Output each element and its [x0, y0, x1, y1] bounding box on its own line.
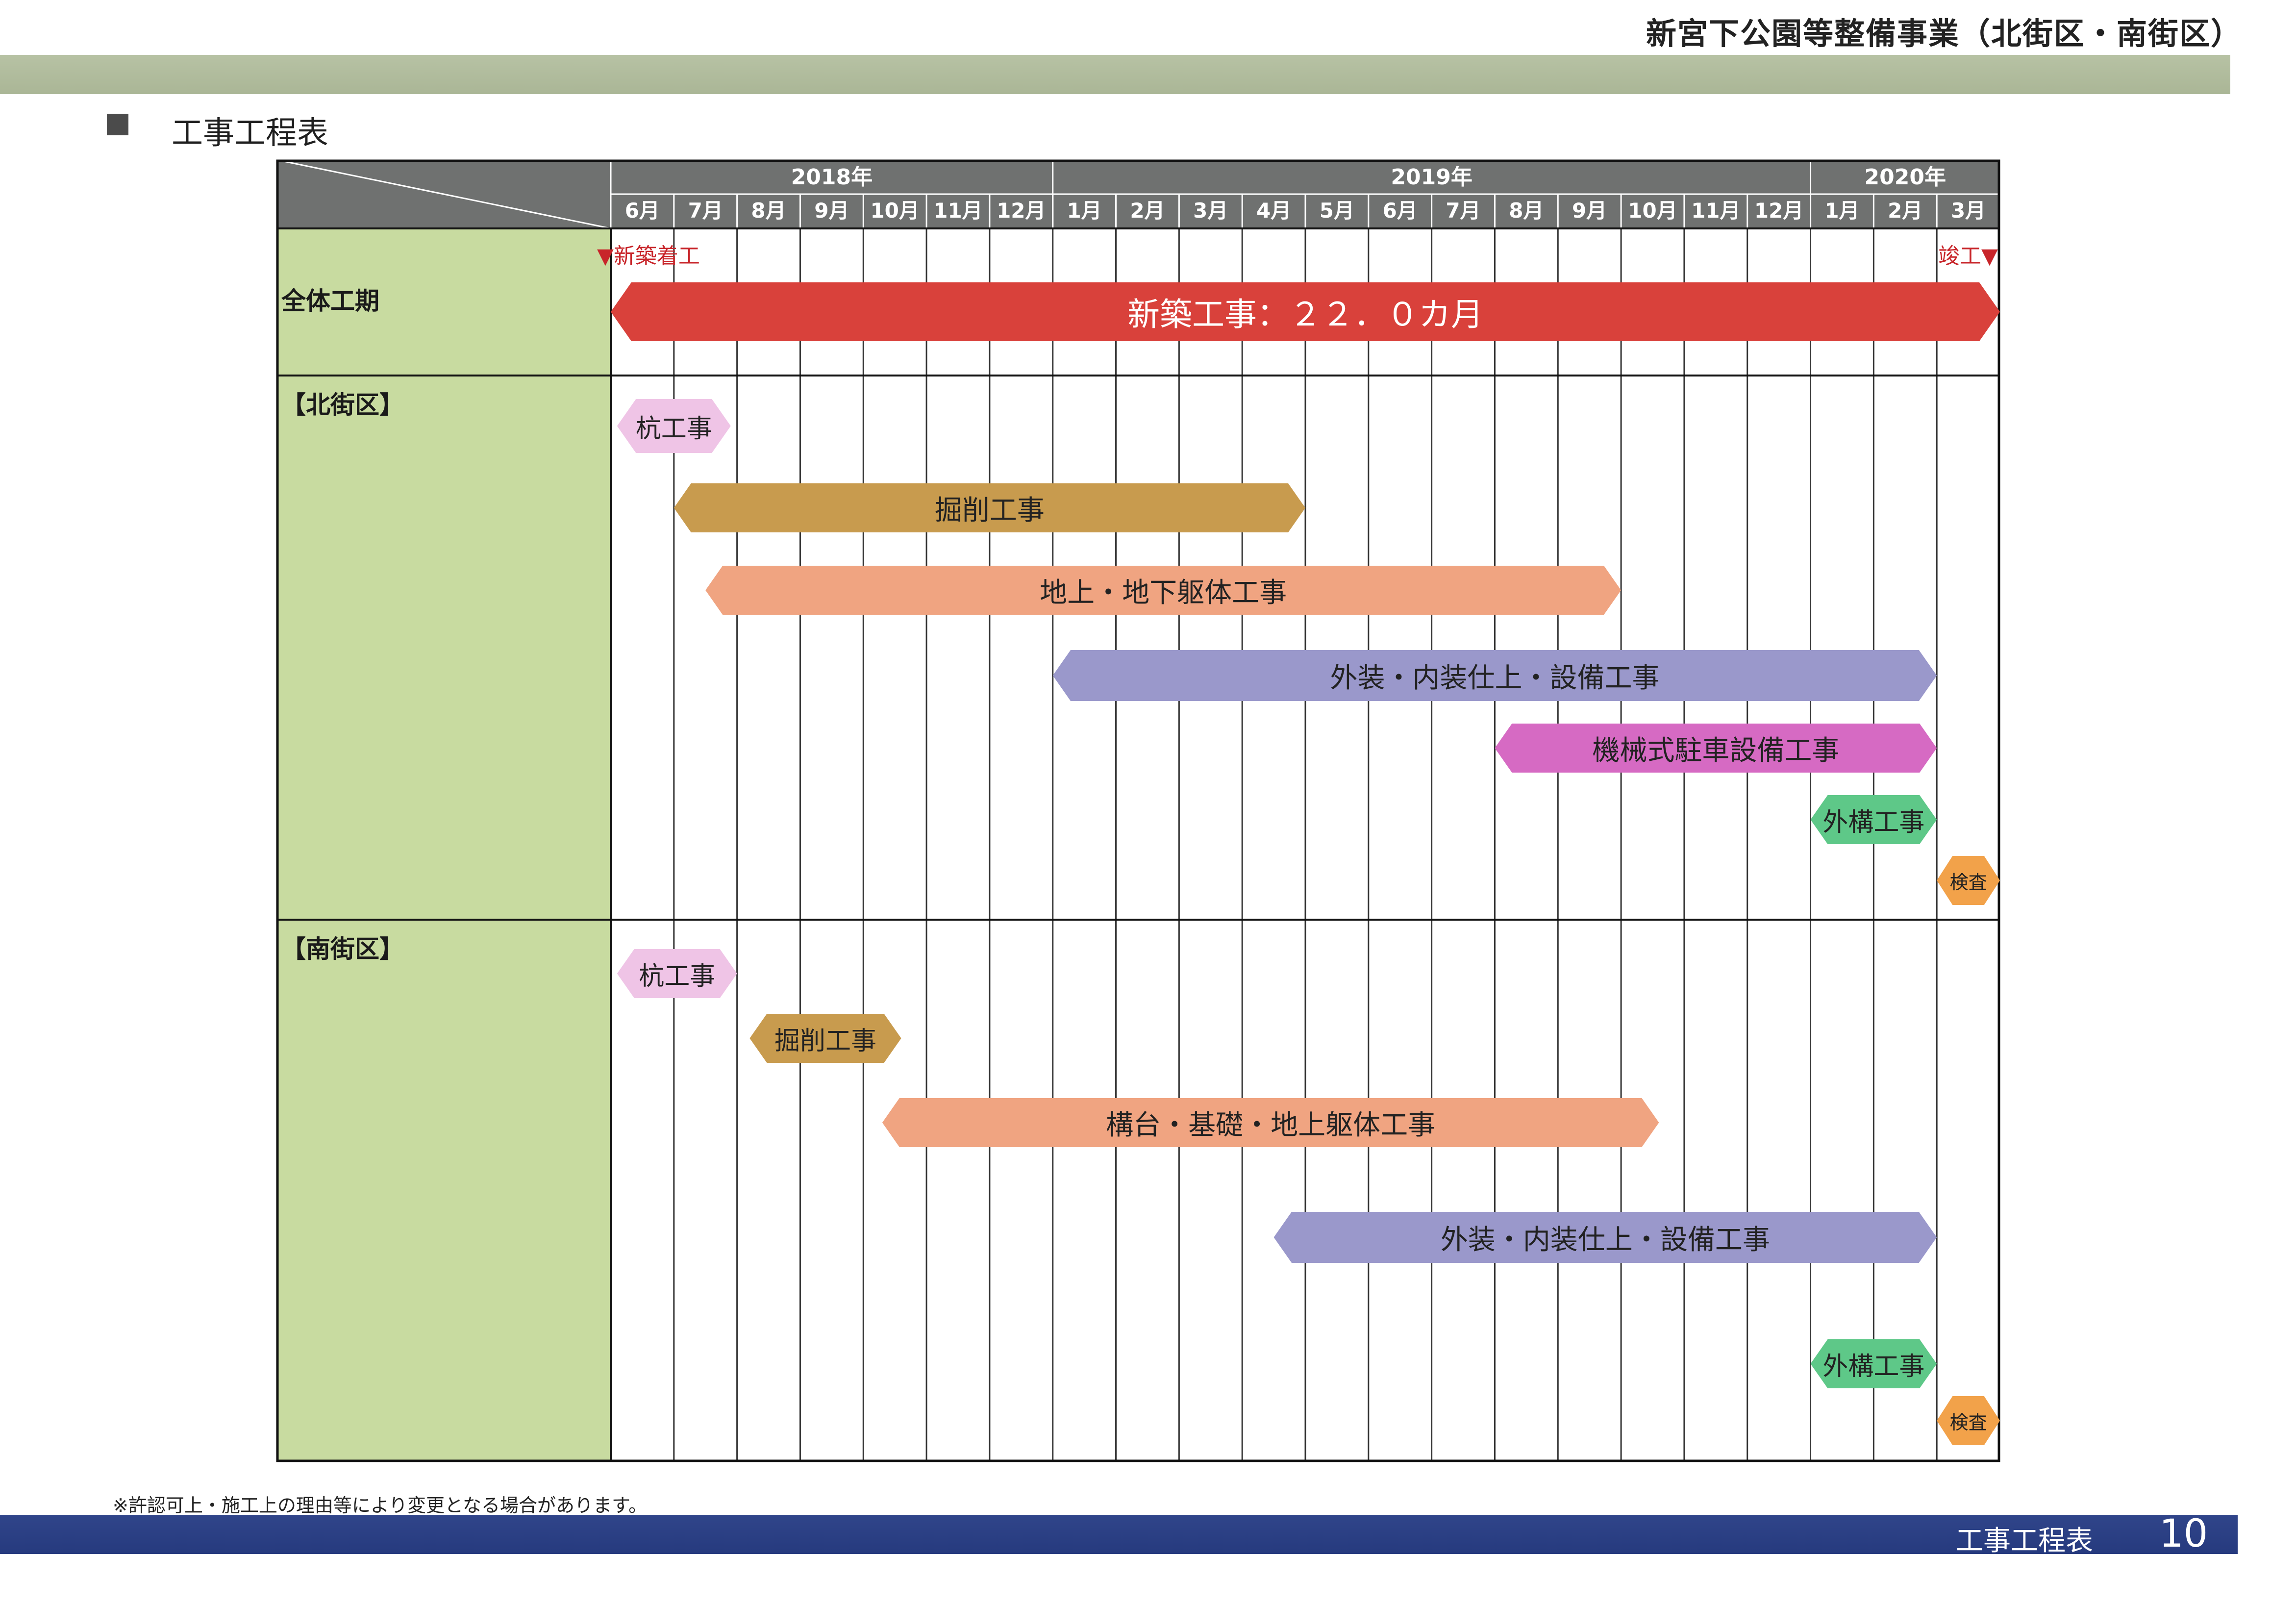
completion-marker: 竣工▼ — [1938, 244, 1998, 269]
schedule-grid — [276, 159, 2000, 1462]
south-block-label: 【南街区】 — [281, 935, 404, 963]
schedule-bar-north-frame: 地上・地下躯体工事 — [705, 566, 1621, 615]
schedule-bar-south-pile: 杭工事 — [617, 949, 737, 998]
schedule-bar-label: 構台・基礎・地上躯体工事 — [1106, 1109, 1436, 1141]
schedule-bar-south-frame: 構台・基礎・地上躯体工事 — [882, 1098, 1659, 1147]
month-header: 1月 — [1824, 199, 1860, 223]
overall-period-label: 全体工期 — [281, 287, 379, 315]
schedule-bar-label: 地上・地下躯体工事 — [1040, 576, 1287, 609]
month-header: 6月 — [1382, 199, 1418, 223]
schedule-bar-north-finish: 外装・内装仕上・設備工事 — [1053, 650, 1937, 701]
schedule-bar-north-parking: 機械式駐車設備工事 — [1495, 724, 1937, 773]
month-header: 1月 — [1067, 199, 1102, 223]
month-header: 2月 — [1130, 199, 1165, 223]
month-header: 9月 — [1572, 199, 1607, 223]
year-header: 2020年 — [1864, 165, 1946, 190]
schedule-bar-label: 検査 — [1949, 1411, 1987, 1433]
schedule-bar-label: 外装・内装仕上・設備工事 — [1440, 1224, 1770, 1256]
north-block-label: 【北街区】 — [281, 391, 404, 419]
schedule-bar-north-pile: 杭工事 — [617, 399, 731, 453]
month-header: 3月 — [1950, 199, 1986, 223]
footer-section-label: 工事工程表 — [1956, 1525, 2093, 1557]
footnote: ※許認可上・施工上の理由等により変更となる場合があります。 — [113, 1495, 648, 1516]
section-title: 工事工程表 — [172, 115, 328, 151]
section-bullet-icon — [107, 114, 128, 135]
month-header: 11月 — [933, 199, 983, 223]
construction-schedule-chart: 全体工期 【北街区】 【南街区】 ▼新築着工 竣工▼ 2018年 2019年 202… — [276, 159, 2000, 1462]
year-header: 2019年 — [1391, 165, 1472, 190]
schedule-bar-overall-new-construction: 新築工事：２２．０カ月 — [611, 282, 2000, 341]
month-header: 11月 — [1691, 199, 1741, 223]
schedule-bar-label: 掘削工事 — [774, 1026, 876, 1056]
month-header: 3月 — [1193, 199, 1228, 223]
year-header: 2018年 — [791, 165, 873, 190]
document-title: 新宮下公園等整備事業（北街区・南街区） — [1646, 16, 2242, 51]
month-header: 6月 — [624, 199, 660, 223]
page-number: 10 — [2159, 1512, 2208, 1556]
schedule-bar-label: 杭工事 — [639, 961, 716, 991]
month-header: 10月 — [1628, 199, 1677, 223]
schedule-bar-label: 新築工事：２２．０カ月 — [1127, 296, 1483, 333]
construction-start-marker: ▼新築着工 — [597, 244, 700, 269]
schedule-bar-south-finish: 外装・内装仕上・設備工事 — [1274, 1212, 1937, 1263]
month-header: 12月 — [997, 199, 1046, 223]
schedule-bar-label: 外装・内装仕上・設備工事 — [1330, 662, 1660, 694]
month-header: 7月 — [1446, 199, 1481, 223]
month-header: 10月 — [870, 199, 920, 223]
schedule-bar-north-exterior: 外構工事 — [1811, 795, 1937, 844]
month-header: 4月 — [1256, 199, 1292, 223]
footer-band — [0, 1515, 2238, 1554]
header-band — [0, 55, 2230, 94]
schedule-bar-label: 外構工事 — [1822, 1352, 1925, 1381]
schedule-bar-south-excavation: 掘削工事 — [749, 1014, 901, 1063]
schedule-bar-label: 検査 — [1949, 871, 1987, 893]
schedule-bar-label: 機械式駐車設備工事 — [1592, 734, 1840, 767]
schedule-bar-north-excavation: 掘削工事 — [674, 483, 1305, 532]
month-header: 2月 — [1888, 199, 1923, 223]
month-header: 8月 — [751, 199, 786, 223]
month-header: 12月 — [1754, 199, 1804, 223]
month-header: 8月 — [1509, 199, 1544, 223]
schedule-bar-label: 杭工事 — [635, 414, 712, 444]
schedule-bar-label: 外構工事 — [1822, 807, 1925, 837]
month-header: 7月 — [688, 199, 723, 223]
month-header: 5月 — [1319, 199, 1355, 223]
schedule-bar-label: 掘削工事 — [934, 494, 1045, 526]
schedule-bar-south-exterior: 外構工事 — [1811, 1339, 1937, 1388]
month-header: 9月 — [814, 199, 849, 223]
